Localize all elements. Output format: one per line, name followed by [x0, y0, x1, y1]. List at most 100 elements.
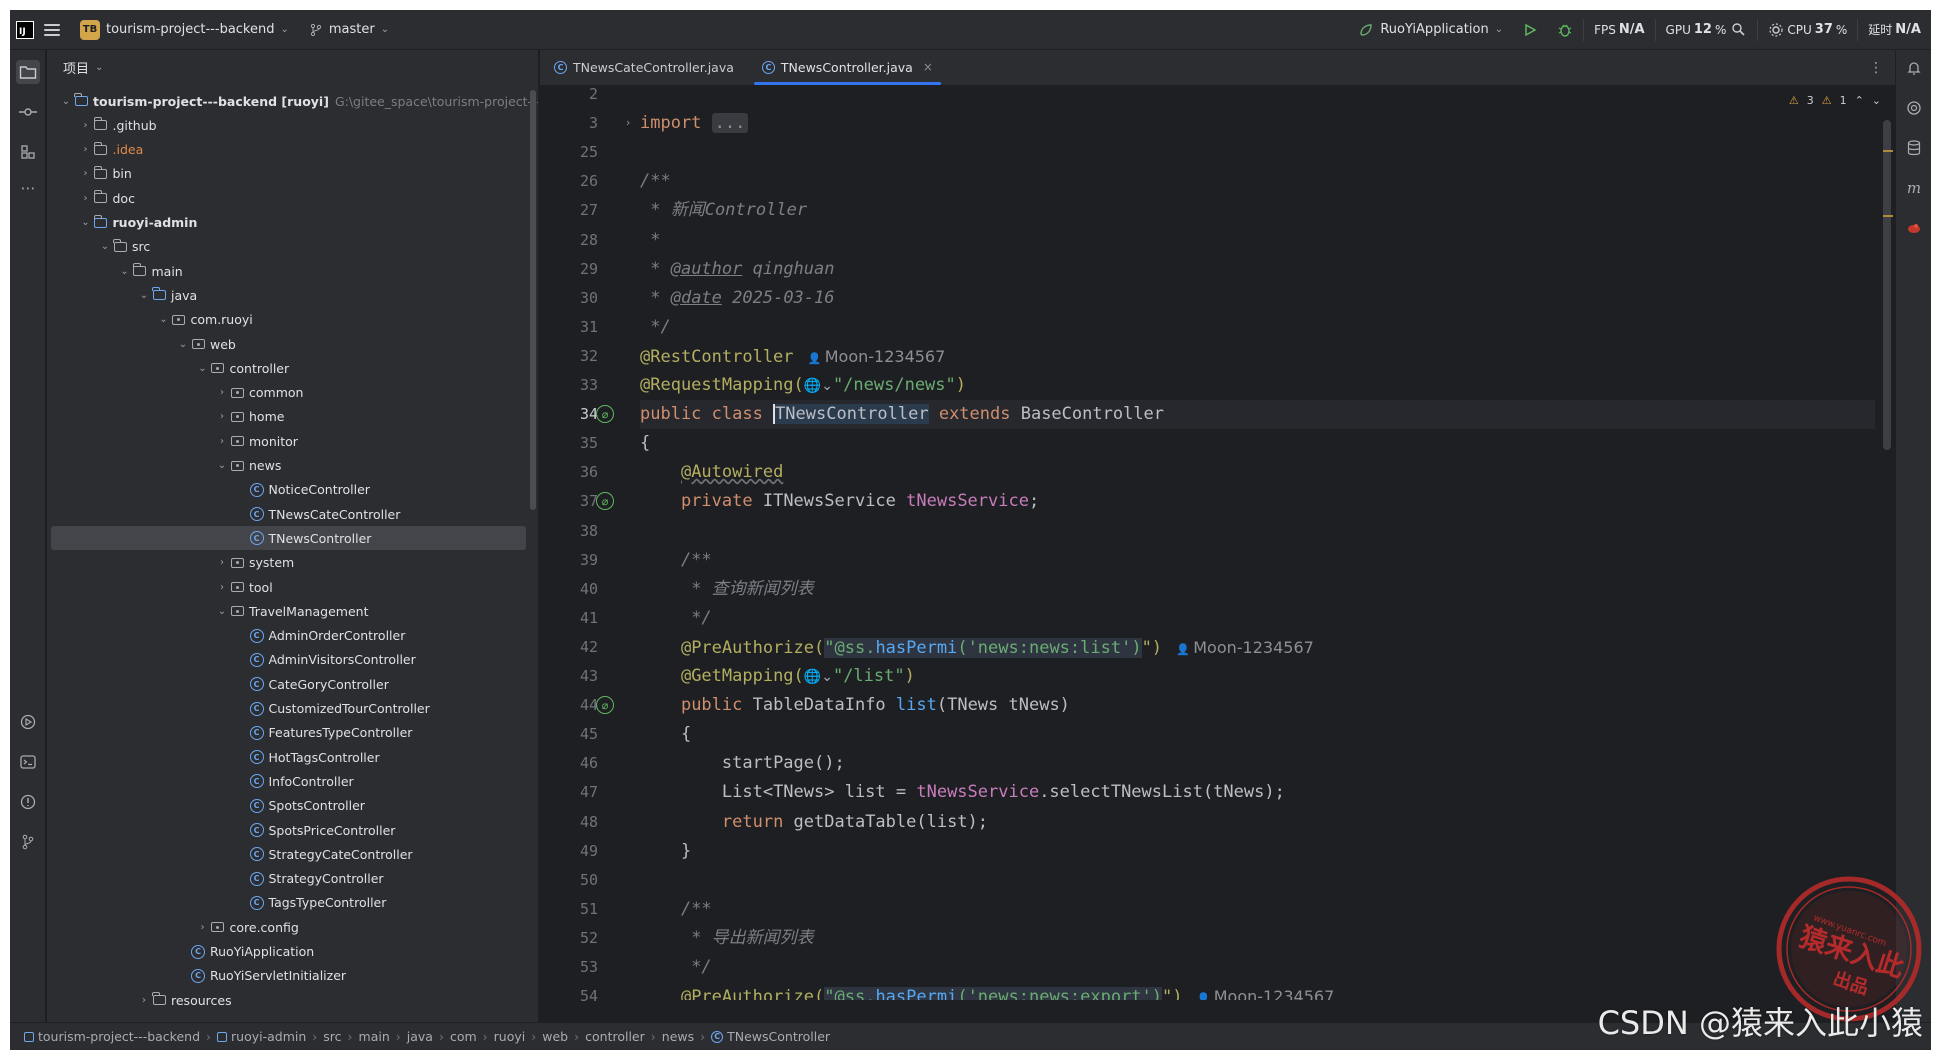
commit-icon[interactable] [16, 100, 40, 124]
code-line[interactable]: @GetMapping(🌐⌄"/list") [640, 662, 1875, 691]
chevron-right-icon[interactable]: › [79, 120, 93, 131]
code-line[interactable]: @Autowired [640, 458, 1875, 487]
tree-item-class[interactable]: C TNewsCateController [51, 502, 526, 526]
line-number[interactable]: 53 [538, 953, 598, 982]
line-number[interactable]: 43 [538, 662, 598, 691]
line-number[interactable]: 28 [538, 226, 598, 255]
tree-item-class[interactable]: C SpotsController [51, 794, 526, 818]
chevron-right-icon[interactable]: › [215, 582, 229, 593]
tree-item-class[interactable]: C AdminOrderController [51, 624, 526, 648]
structure-icon[interactable] [16, 140, 40, 164]
breadcrumb-item[interactable]: main [359, 1029, 390, 1044]
line-number[interactable]: 50 [538, 866, 598, 895]
tree-item-folder[interactable]: ⌄ com.ruoyi [51, 308, 526, 332]
line-number[interactable]: 52 [538, 924, 598, 953]
ai-assistant-icon[interactable] [1902, 96, 1926, 120]
line-number[interactable]: 30 [538, 284, 598, 313]
code-line[interactable] [640, 517, 1875, 546]
tree-item-class[interactable]: C InfoController [51, 769, 526, 793]
intellij-logo-icon[interactable]: IJ [16, 20, 34, 39]
chevron-down-icon[interactable]: ⌄ [1872, 94, 1881, 107]
chevron-right-icon[interactable]: › [215, 411, 229, 422]
tree-item-folder[interactable]: ⌄ src [51, 235, 526, 259]
line-number[interactable]: 25 [538, 138, 598, 167]
fold-chevron-icon[interactable]: › [626, 116, 630, 129]
tree-item-class[interactable]: C CateGoryController [51, 672, 526, 696]
tree-item-class[interactable]: C FeaturesTypeController [51, 721, 526, 745]
code-line[interactable] [640, 138, 1875, 167]
code-line[interactable]: */ [640, 313, 1875, 342]
chevron-right-icon[interactable]: › [79, 193, 93, 204]
blame-annotation[interactable]: 👤 Moon-1234567 [1197, 987, 1335, 1000]
tree-item-folder[interactable]: › .idea [51, 138, 526, 162]
terminal-icon[interactable] [16, 750, 40, 774]
project-panel-header[interactable]: 项目 ⌄ [47, 50, 538, 84]
breadcrumb-item[interactable]: ruoyi [494, 1029, 526, 1044]
code-line[interactable]: import ... [640, 109, 1875, 138]
tree-item-folder[interactable]: ⌄ TravelManagement [51, 599, 526, 623]
breadcrumb-item[interactable]: java [407, 1029, 433, 1044]
tree-item-folder[interactable]: › home [51, 405, 526, 429]
code-line[interactable]: */ [640, 604, 1875, 633]
more-options-icon[interactable]: ⋮ [1869, 60, 1883, 76]
chevron-down-icon[interactable]: ⌄ [137, 290, 151, 301]
chevron-down-icon[interactable]: ⌄ [215, 606, 229, 617]
code-line[interactable]: /** [640, 167, 1875, 196]
code-line[interactable]: { [640, 429, 1875, 458]
chevron-down-icon[interactable]: ⌄ [215, 460, 229, 471]
line-number[interactable]: 44 [538, 691, 598, 720]
code-line[interactable]: List<TNews> list = tNewsService.selectTN… [640, 778, 1875, 807]
chevron-down-icon[interactable]: ⌄ [157, 314, 171, 325]
chevron-right-icon[interactable]: › [196, 922, 210, 933]
close-icon[interactable]: × [923, 60, 933, 74]
chevron-right-icon[interactable]: › [79, 144, 93, 155]
chevron-right-icon[interactable]: › [137, 995, 151, 1006]
breadcrumb-item[interactable]: src [323, 1029, 341, 1044]
tree-scrollbar[interactable] [530, 90, 536, 510]
breadcrumb-item[interactable]: web [542, 1029, 568, 1044]
more-tools-icon[interactable]: ⋯ [16, 176, 40, 200]
warning-marker[interactable] [1883, 215, 1893, 217]
notifications-icon[interactable] [1902, 56, 1926, 80]
code-line[interactable]: { [640, 720, 1875, 749]
run-config-selector[interactable]: RuoYiApplication ⌄ [1348, 10, 1513, 50]
endpoint-gutter-icon[interactable]: ⌀ [596, 696, 614, 715]
tree-item-class[interactable]: C TagsTypeController [51, 891, 526, 915]
code-line[interactable]: * @date 2025-03-16 [640, 284, 1875, 313]
tree-item-class[interactable]: C CustomizedTourController [51, 697, 526, 721]
tree-item-folder[interactable]: › common [51, 381, 526, 405]
tree-item-class[interactable]: C SpotsPriceController [51, 818, 526, 842]
code-line[interactable]: * 新闻Controller [640, 196, 1875, 225]
line-number[interactable]: 37 [538, 487, 598, 516]
code-view[interactable]: import ... /** * 新闻Controller * * @author… [640, 87, 1875, 1000]
tree-item-class[interactable]: C StrategyCateController [51, 842, 526, 866]
tree-item-folder[interactable]: › .github [51, 113, 526, 137]
line-number[interactable]: 42 [538, 633, 598, 662]
line-number[interactable]: 35 [538, 429, 598, 458]
line-number[interactable]: 27 [538, 196, 598, 225]
line-number[interactable]: 32 [538, 342, 598, 371]
code-line[interactable]: * [640, 226, 1875, 255]
breadcrumb-item[interactable]: C TNewsController [711, 1029, 830, 1044]
line-number[interactable]: 41 [538, 604, 598, 633]
bean-gutter-icon[interactable]: ⌀ [596, 492, 614, 511]
tree-item-class[interactable]: C RuoYiApplication [51, 940, 526, 964]
problems-icon[interactable] [16, 790, 40, 814]
line-number[interactable]: 31 [538, 313, 598, 342]
tree-item-class[interactable]: C AdminVisitorsController [51, 648, 526, 672]
tree-item-class[interactable]: C StrategyController [51, 867, 526, 891]
breadcrumb-item[interactable]: news [662, 1029, 694, 1044]
tree-item-folder[interactable]: ⌄ tourism-project---backend [ruoyi] G:\git… [51, 89, 538, 113]
blame-annotation[interactable]: 👤 Moon-1234567 [808, 347, 946, 366]
globe-icon[interactable]: 🌐⌄ [804, 669, 833, 685]
project-folder-icon[interactable] [16, 60, 40, 84]
tree-item-folder[interactable]: › monitor [51, 429, 526, 453]
chevron-down-icon[interactable]: ⌄ [176, 339, 190, 350]
code-line[interactable]: return getDataTable(list); [640, 808, 1875, 837]
code-line[interactable]: /** [640, 546, 1875, 575]
line-number[interactable]: 46 [538, 749, 598, 778]
chevron-down-icon[interactable]: ⌄ [59, 96, 73, 107]
tree-item-folder[interactable]: › doc [51, 186, 526, 210]
code-line[interactable]: private ITNewsService tNewsService; [640, 487, 1875, 516]
code-line[interactable]: } [640, 837, 1875, 866]
